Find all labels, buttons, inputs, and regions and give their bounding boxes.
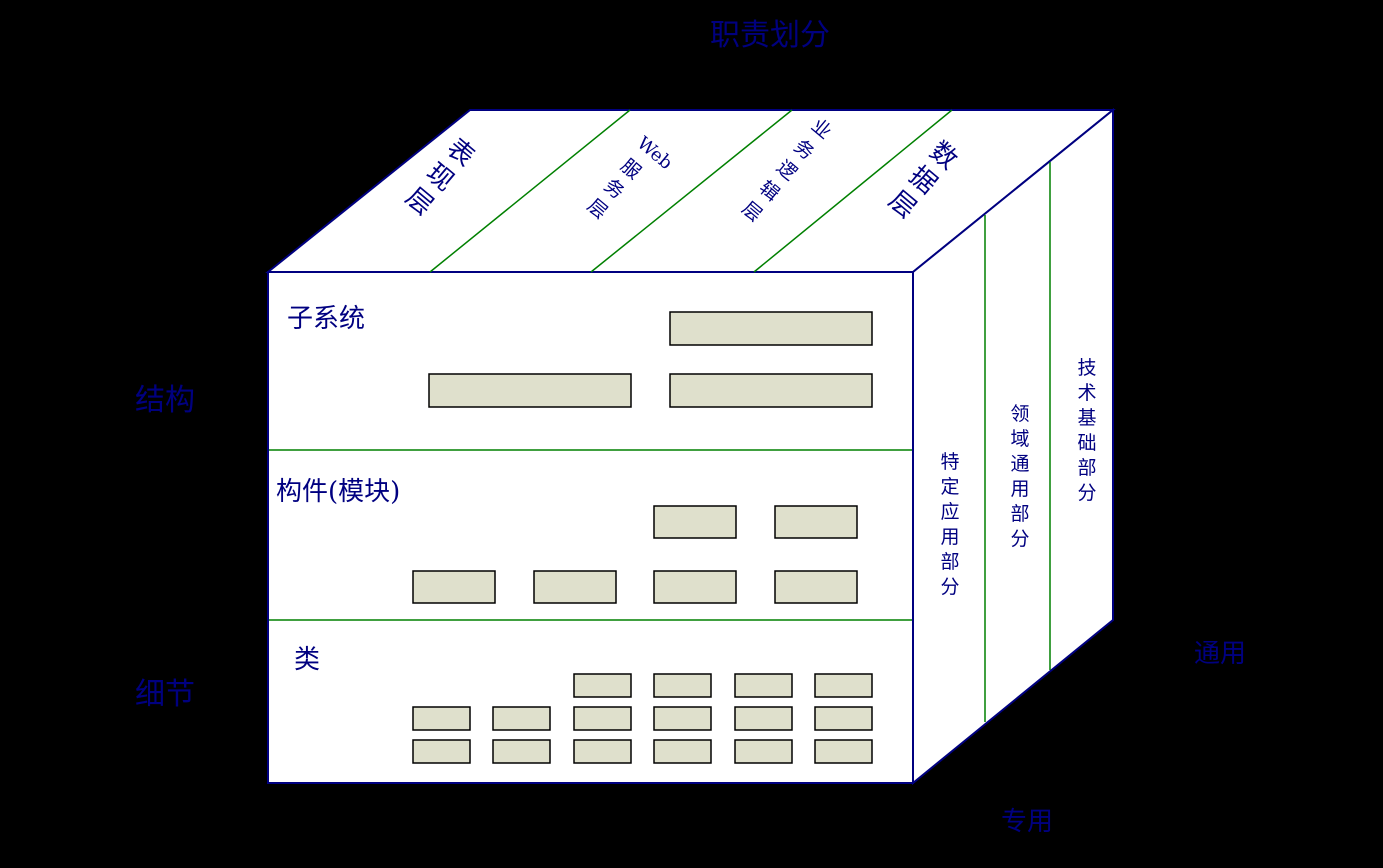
svg-text:础: 础	[1077, 432, 1096, 454]
class-box	[653, 706, 712, 731]
svg-text:术: 术	[1077, 382, 1096, 404]
component-box	[412, 570, 496, 604]
class-box	[653, 739, 712, 764]
section-component: 构件(模块)	[276, 477, 400, 507]
class-box	[734, 706, 793, 731]
class-box	[814, 706, 873, 731]
axis-label-general: 通用	[1194, 639, 1246, 669]
svg-text:分: 分	[940, 576, 959, 598]
svg-text:领: 领	[1010, 403, 1029, 425]
svg-text:部: 部	[1077, 457, 1096, 479]
component-box	[774, 570, 858, 604]
component-box	[653, 505, 737, 539]
axis-label-structure: 结构	[135, 383, 195, 418]
section-subsystem: 子系统	[287, 304, 365, 334]
section-class: 类	[294, 645, 320, 675]
class-box	[734, 739, 793, 764]
svg-text:应: 应	[940, 501, 959, 523]
class-box	[814, 739, 873, 764]
subsystem-box	[428, 373, 632, 408]
subsystem-box	[669, 311, 873, 346]
architecture-cube-diagram: 职责划分 结构 细节 通用 专用 表现层 Web 服 务 层 业务逻辑层 数据层…	[135, 18, 1246, 837]
svg-text:技: 技	[1077, 357, 1096, 379]
class-box	[573, 673, 632, 698]
class-box	[573, 739, 632, 764]
svg-text:用: 用	[1010, 478, 1029, 500]
svg-text:用: 用	[940, 526, 959, 548]
svg-text:部: 部	[1010, 503, 1029, 525]
class-box	[412, 706, 471, 731]
svg-text:分: 分	[1010, 528, 1029, 550]
class-box	[814, 673, 873, 698]
svg-text:通: 通	[1010, 453, 1029, 475]
class-box	[492, 706, 551, 731]
class-box	[734, 673, 793, 698]
component-box	[774, 505, 858, 539]
class-box	[412, 739, 471, 764]
component-box	[653, 570, 737, 604]
subsystem-box	[669, 373, 873, 408]
svg-text:部: 部	[940, 551, 959, 573]
svg-text:基: 基	[1077, 407, 1096, 429]
class-box	[573, 706, 632, 731]
class-box	[653, 673, 712, 698]
axis-label-detail: 细节	[135, 677, 195, 712]
component-box	[533, 570, 617, 604]
axis-label-specific: 专用	[1001, 807, 1053, 837]
svg-text:分: 分	[1077, 482, 1096, 504]
title-responsibility: 职责划分	[710, 18, 830, 53]
svg-text:域: 域	[1010, 428, 1029, 450]
class-box	[492, 739, 551, 764]
svg-text:定: 定	[940, 476, 959, 498]
svg-text:特: 特	[940, 451, 959, 473]
